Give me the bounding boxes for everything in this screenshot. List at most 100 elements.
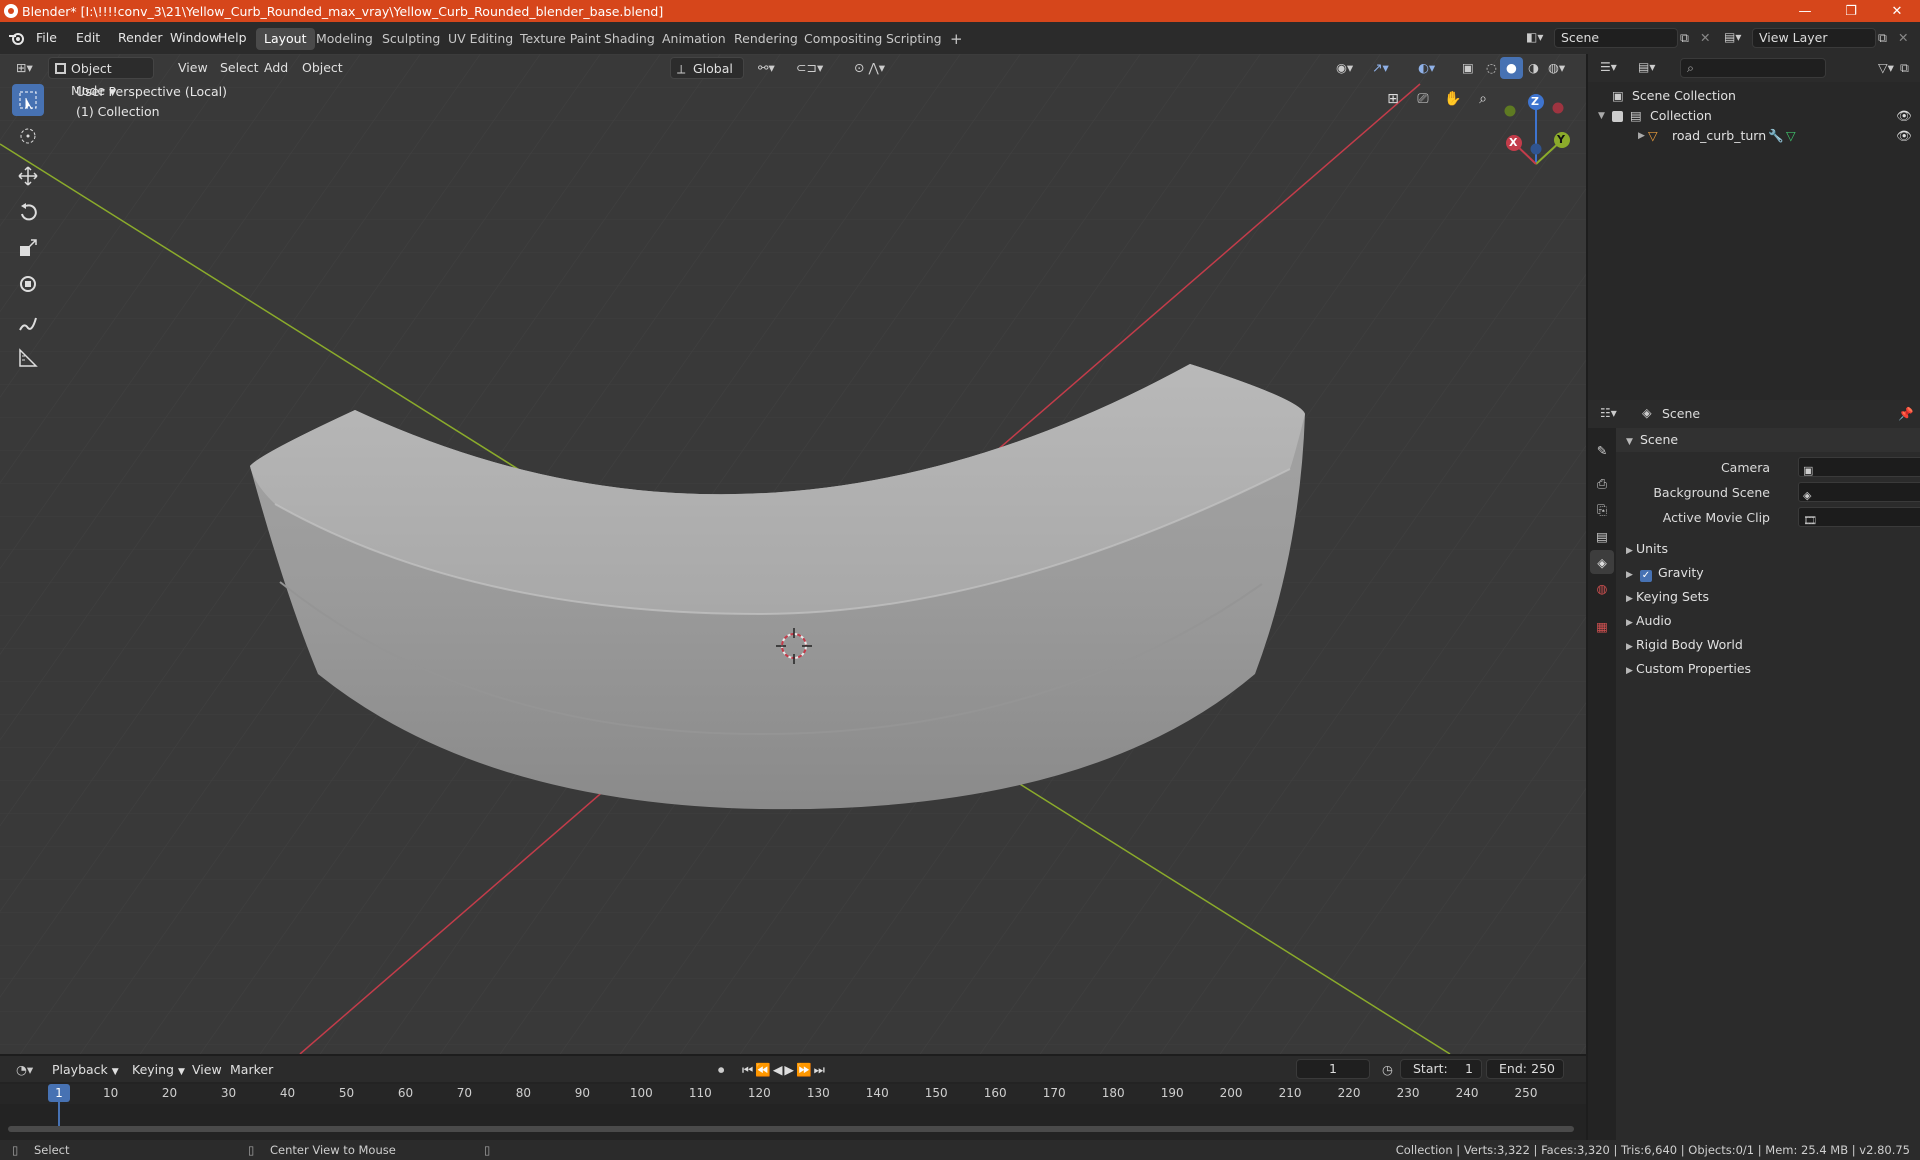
visibility-eye-icon[interactable]: 👁 [1896, 126, 1912, 146]
menu-add[interactable]: Add [258, 57, 294, 79]
include-checkbox[interactable] [1612, 111, 1623, 122]
playhead-frame[interactable]: 1 [48, 1084, 70, 1102]
mesh-data-icon[interactable]: ▽ [1786, 126, 1796, 146]
solid-shading-icon[interactable]: ● [1500, 57, 1523, 79]
proportional-edit-icon[interactable]: ⊙ ⋀▾ [848, 57, 891, 79]
expand-arrow-icon[interactable]: ▶ [1638, 126, 1645, 146]
tab-rendering[interactable]: Rendering [726, 28, 806, 50]
outliner-row-scene-collection[interactable]: ▣ Scene Collection [1588, 86, 1920, 106]
rigid-body-world-section[interactable]: ▶ Rigid Body World [1616, 633, 1920, 657]
outliner-row-road-curb-turn[interactable]: ▶ ▽ road_curb_turn 🔧 ▽ 👁 [1588, 126, 1920, 146]
active-movie-clip-field[interactable]: 🎞 [1798, 507, 1920, 527]
pivot-point-icon[interactable]: ⚯▾ [752, 57, 781, 79]
tab-shading[interactable]: Shading [596, 28, 663, 50]
properties-editor-type-icon[interactable]: ☷▾ [1600, 406, 1617, 420]
add-workspace-button[interactable]: + [942, 28, 971, 50]
world-tab-icon[interactable]: ◍ [1590, 576, 1614, 600]
overlay-toggle-icon[interactable]: ◐▾ [1412, 57, 1441, 79]
gizmo-toggle-icon[interactable]: ↗▾ [1366, 57, 1395, 79]
outliner-editor-type-icon[interactable]: ☰▾ [1600, 60, 1617, 74]
menu-marker[interactable]: Marker [224, 1059, 279, 1081]
auto-keying-icon[interactable]: ⏺ [712, 1059, 730, 1081]
tab-sculpting[interactable]: Sculpting [374, 28, 448, 50]
tab-uv-editing[interactable]: UV Editing [440, 28, 521, 50]
modifier-wrench-icon[interactable]: 🔧 [1768, 126, 1784, 146]
xray-toggle-icon[interactable]: ▣ [1456, 57, 1480, 79]
move-tool[interactable] [12, 160, 44, 192]
delete-view-layer-icon[interactable]: ✕ [1898, 30, 1908, 45]
tab-animation[interactable]: Animation [654, 28, 734, 50]
end-frame-field[interactable]: End: 250 [1486, 1059, 1564, 1079]
outliner-search-input[interactable]: ⌕ [1680, 58, 1826, 78]
tab-compositing[interactable]: Compositing [796, 28, 890, 50]
close-button[interactable]: ✕ [1874, 0, 1920, 22]
blender-menu-icon[interactable] [8, 30, 26, 46]
tab-scripting[interactable]: Scripting [878, 28, 950, 50]
expand-arrow-icon[interactable]: ▼ [1598, 106, 1605, 126]
menu-edit[interactable]: Edit [70, 27, 106, 49]
view-layer-browse-icon[interactable]: ▤▾ [1724, 30, 1741, 44]
menu-playback[interactable]: Playback ▼ [46, 1059, 125, 1081]
toggle-grid-view-icon[interactable]: ⊞ [1380, 86, 1406, 112]
transform-orientation-selector[interactable]: ⟂ Global [670, 57, 744, 79]
outliner-row-collection[interactable]: ▼ ▤ Collection 👁 [1588, 106, 1920, 126]
timeline-scrollbar[interactable] [8, 1126, 1574, 1132]
gravity-section[interactable]: ▶ ✓ Gravity [1616, 561, 1920, 585]
pan-view-icon[interactable]: ✋ [1440, 86, 1466, 112]
texture-tab-icon[interactable]: ▦ [1590, 614, 1614, 638]
keying-sets-section[interactable]: ▶ Keying Sets [1616, 585, 1920, 609]
mode-selector[interactable]: Object Mode ▼ [48, 57, 154, 98]
tool-tab-icon[interactable]: ✎ [1590, 438, 1614, 462]
view-layer-tab-icon[interactable]: ▤ [1590, 524, 1614, 548]
background-scene-field[interactable]: ◈ [1798, 482, 1920, 502]
rotate-tool[interactable] [12, 196, 44, 228]
select-box-tool[interactable] [12, 84, 44, 116]
delete-scene-icon[interactable]: ✕ [1700, 30, 1710, 45]
zoom-view-icon[interactable]: ⌕ [1470, 86, 1496, 112]
menu-view[interactable]: View [186, 1059, 228, 1081]
playback-controls[interactable]: ⏮⏪◀▶⏩⏭ [736, 1059, 833, 1081]
menu-keying[interactable]: Keying ▼ [126, 1059, 191, 1081]
annotate-tool[interactable] [12, 308, 44, 340]
menu-object[interactable]: Object [296, 57, 349, 79]
units-section[interactable]: ▶ Units [1616, 537, 1920, 561]
audio-section[interactable]: ▶ Audio [1616, 609, 1920, 633]
new-scene-icon[interactable]: ⧉ [1680, 30, 1689, 46]
camera-field[interactable]: ▣✒ [1798, 457, 1920, 477]
gravity-checkbox[interactable]: ✓ [1639, 570, 1652, 582]
new-view-layer-icon[interactable]: ⧉ [1878, 30, 1887, 46]
menu-file[interactable]: File [30, 27, 63, 49]
timeline-editor-type-icon[interactable]: ◔▾ [10, 1059, 39, 1081]
viewport-canvas[interactable] [0, 54, 1586, 1054]
tab-modeling[interactable]: Modeling [308, 28, 381, 50]
scene-panel-header[interactable]: ▼ Scene [1616, 428, 1920, 452]
visibility-icon[interactable]: ◉▾ [1330, 57, 1359, 79]
scene-browse-icon[interactable]: ◧▾ [1526, 30, 1548, 48]
scene-tab-icon[interactable]: ◈ [1590, 550, 1614, 574]
rendered-shading-icon[interactable]: ◍▾ [1542, 57, 1571, 79]
custom-properties-section[interactable]: ▶ Custom Properties [1616, 657, 1920, 681]
tab-texture-paint[interactable]: Texture Paint [512, 28, 609, 50]
3d-viewport[interactable]: Z Y X [0, 54, 1586, 1054]
scale-tool[interactable] [12, 232, 44, 264]
camera-view-icon[interactable]: ⎚ [1410, 86, 1436, 112]
menu-render[interactable]: Render [112, 27, 169, 49]
cursor-tool[interactable] [12, 120, 44, 152]
scene-name-field[interactable]: Scene [1554, 28, 1678, 48]
tab-layout[interactable]: Layout [256, 28, 315, 50]
visibility-eye-icon[interactable]: 👁 [1896, 106, 1912, 126]
transform-tool[interactable] [12, 268, 44, 300]
current-frame-field[interactable]: 1 [1296, 1059, 1370, 1079]
output-tab-icon[interactable]: ⎘ [1590, 498, 1614, 522]
menu-select[interactable]: Select [214, 57, 265, 79]
preview-range-icon[interactable]: ◷ [1376, 1059, 1399, 1081]
view-layer-field[interactable]: View Layer [1752, 28, 1876, 48]
minimize-button[interactable]: — [1782, 0, 1828, 22]
editor-type-icon[interactable]: ⊞▾ [10, 57, 39, 79]
filter-icon[interactable]: ▽▾ [1878, 60, 1894, 75]
menu-view[interactable]: View [172, 57, 214, 79]
start-frame-field[interactable]: Start: 1 [1400, 1059, 1482, 1079]
menu-help[interactable]: Help [212, 27, 253, 49]
measure-tool[interactable] [12, 342, 44, 374]
new-collection-icon[interactable]: ⧉ [1900, 60, 1909, 76]
